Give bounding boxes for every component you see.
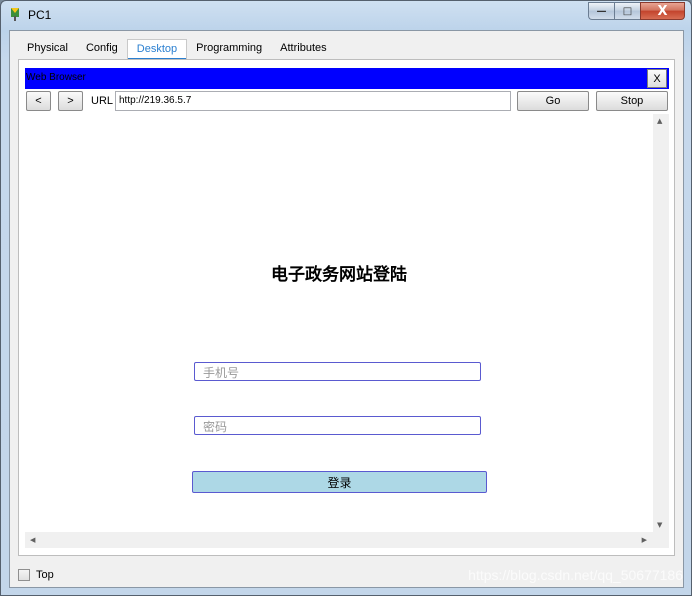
go-button[interactable]: Go — [517, 91, 589, 111]
browser-close-button[interactable]: X — [647, 69, 667, 88]
browser-title-bar: Web Browser X — [25, 68, 669, 89]
browser-viewport: 电子政务网站登陆 手机号 密码 登录 ▲ ▼ ◀ ▶ — [25, 114, 669, 548]
window-title: PC1 — [28, 8, 52, 22]
packet-tracer-icon — [11, 8, 19, 21]
minimize-icon: — — [596, 5, 607, 17]
url-input[interactable]: http://219.36.5.7 — [115, 91, 511, 111]
close-button[interactable]: X — [640, 2, 685, 20]
minimize-button[interactable]: — — [588, 2, 614, 20]
phone-input[interactable]: 手机号 — [194, 362, 481, 381]
back-button[interactable]: < — [26, 91, 51, 111]
page-heading: 电子政务网站登陆 — [271, 265, 407, 285]
tab-desktop[interactable]: Desktop — [126, 39, 188, 61]
scroll-up-icon[interactable]: ▲ — [657, 117, 662, 125]
tab-attributes[interactable]: Attributes — [271, 39, 335, 59]
browser-title: Web Browser — [26, 72, 86, 83]
tab-physical[interactable]: Physical — [18, 39, 77, 59]
top-checkbox[interactable] — [18, 569, 30, 581]
client-area: Physical Config Desktop Programming Attr… — [9, 30, 684, 588]
scroll-down-icon[interactable]: ▼ — [657, 521, 662, 529]
tab-strip: Physical Config Desktop Programming Attr… — [18, 39, 336, 61]
forward-button[interactable]: > — [58, 91, 83, 111]
title-bar[interactable]: PC1 — □ X — [1, 1, 691, 29]
horizontal-scrollbar[interactable]: ◀ ▶ — [25, 532, 669, 548]
maximize-icon: □ — [622, 5, 633, 17]
login-button[interactable]: 登录 — [192, 471, 487, 493]
password-input[interactable]: 密码 — [194, 416, 481, 435]
scroll-right-icon[interactable]: ▶ — [642, 536, 647, 544]
top-checkbox-label: Top — [36, 569, 54, 581]
close-icon: X — [657, 3, 668, 19]
url-label: URL — [91, 95, 114, 107]
scroll-left-icon[interactable]: ◀ — [30, 536, 35, 544]
browser-nav-row: < > URL http://219.36.5.7 Go Stop — [25, 90, 669, 114]
footer: Top — [18, 567, 54, 583]
tab-programming[interactable]: Programming — [187, 39, 271, 59]
watermark: https://blog.csdn.net/qq_50677186 — [468, 567, 683, 583]
app-window: PC1 — □ X Physical Config Desktop Progra… — [0, 0, 692, 596]
tab-config[interactable]: Config — [77, 39, 127, 59]
caption-buttons: — □ X — [588, 2, 685, 20]
vertical-scrollbar[interactable]: ▲ ▼ — [653, 114, 669, 532]
maximize-button[interactable]: □ — [614, 2, 640, 20]
stop-button[interactable]: Stop — [596, 91, 668, 111]
